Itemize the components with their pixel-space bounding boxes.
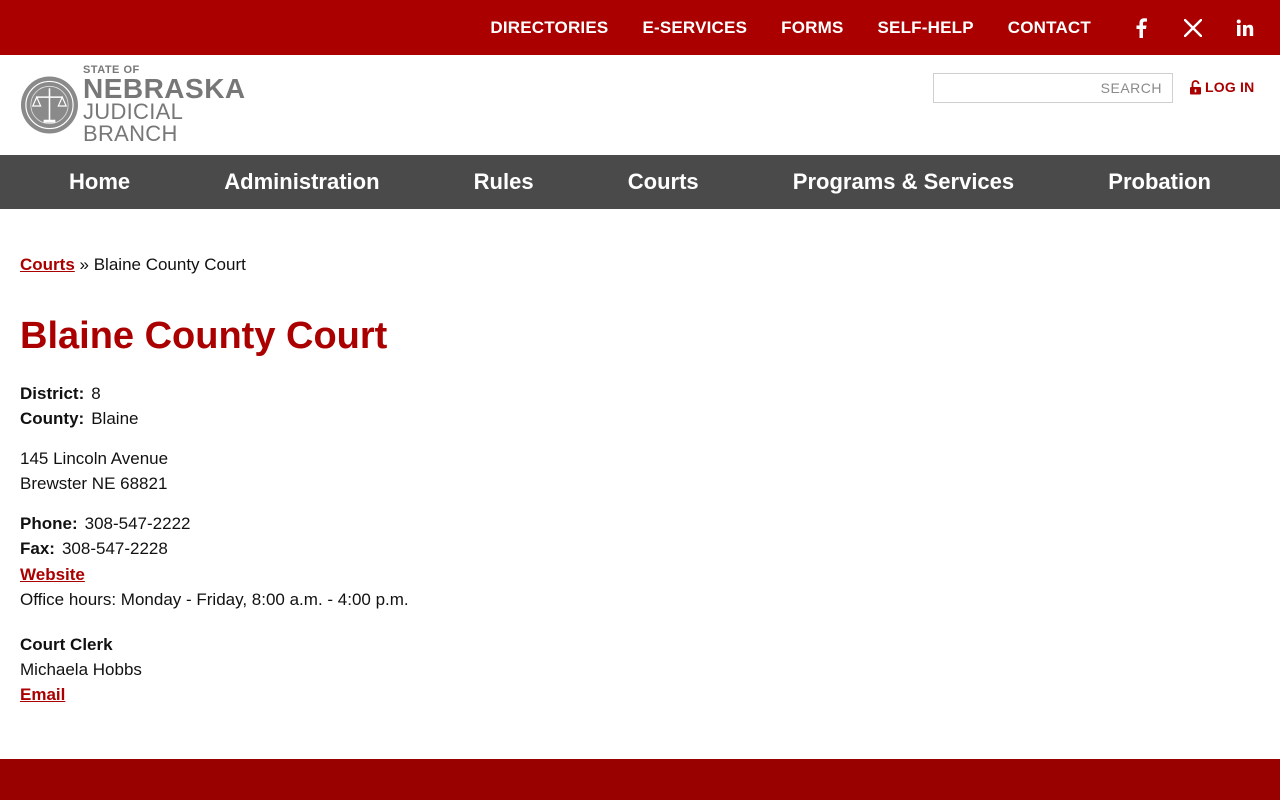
breadcrumb-courts-link[interactable]: Courts [20, 255, 75, 274]
search-input[interactable] [933, 73, 1173, 103]
utility-links: DIRECTORIES E-SERVICES FORMS SELF-HELP C… [490, 0, 1091, 55]
address-line2: Brewster NE 68821 [20, 474, 168, 493]
website-link[interactable]: Website [20, 565, 85, 584]
phone-row: Phone: 308-547-2222 [20, 514, 190, 534]
directories-link[interactable]: DIRECTORIES [490, 18, 608, 38]
email-link[interactable]: Email [20, 685, 65, 704]
phone-label: Phone: [20, 514, 78, 533]
district-label: District: [20, 384, 85, 403]
phone-value: 308-547-2222 [84, 514, 191, 533]
site-header: STATE OF NEBRASKA JUDICIAL BRANCH LOG IN [0, 55, 1280, 155]
linkedin-icon[interactable] [1234, 17, 1256, 39]
nav-home[interactable]: Home [69, 169, 130, 195]
forms-link[interactable]: FORMS [781, 18, 843, 38]
site-footer [0, 759, 1280, 800]
main-navigation: Home Administration Rules Courts Program… [0, 155, 1280, 209]
clerk-name: Michaela Hobbs [20, 660, 142, 679]
unlock-icon [1190, 79, 1201, 94]
breadcrumb: Courts » Blaine County Court [20, 255, 246, 275]
login-label: LOG IN [1205, 79, 1255, 95]
nav-rules[interactable]: Rules [474, 169, 534, 195]
address-line1: 145 Lincoln Avenue [20, 449, 169, 468]
top-utility-bar: DIRECTORIES E-SERVICES FORMS SELF-HELP C… [0, 0, 1280, 55]
breadcrumb-current: Blaine County Court [93, 255, 246, 274]
office-hours: Office hours: Monday - Friday, 8:00 a.m.… [20, 590, 409, 609]
logo-wordmark: STATE OF NEBRASKA JUDICIAL BRANCH [82, 64, 246, 146]
self-help-link[interactable]: SELF-HELP [878, 18, 974, 38]
website-row: Website [20, 565, 85, 585]
clerk-title: Court Clerk [20, 635, 113, 654]
nav-probation[interactable]: Probation [1108, 169, 1211, 195]
fax-label: Fax: [20, 539, 55, 558]
fax-value: 308-547-2228 [61, 539, 168, 558]
site-logo[interactable]: STATE OF NEBRASKA JUDICIAL BRANCH [20, 65, 280, 145]
district-row: District: 8 [20, 384, 101, 404]
e-services-link[interactable]: E-SERVICES [642, 18, 747, 38]
facebook-icon[interactable] [1130, 17, 1152, 39]
county-row: County: Blaine [20, 409, 138, 429]
county-value: Blaine [91, 409, 139, 428]
district-value: 8 [91, 384, 101, 403]
page-title: Blaine County Court [20, 315, 388, 357]
court-seal-icon [20, 76, 78, 134]
nav-programs-services[interactable]: Programs & Services [793, 169, 1014, 195]
contact-link[interactable]: CONTACT [1008, 18, 1091, 38]
breadcrumb-separator: » [79, 255, 89, 274]
social-links [1130, 0, 1256, 55]
email-row: Email [20, 685, 65, 705]
x-twitter-icon[interactable] [1182, 17, 1204, 39]
login-link[interactable]: LOG IN [1189, 77, 1254, 97]
nav-administration[interactable]: Administration [224, 169, 379, 195]
nav-courts[interactable]: Courts [628, 169, 699, 195]
county-label: County: [20, 409, 85, 428]
fax-row: Fax: 308-547-2228 [20, 539, 168, 559]
